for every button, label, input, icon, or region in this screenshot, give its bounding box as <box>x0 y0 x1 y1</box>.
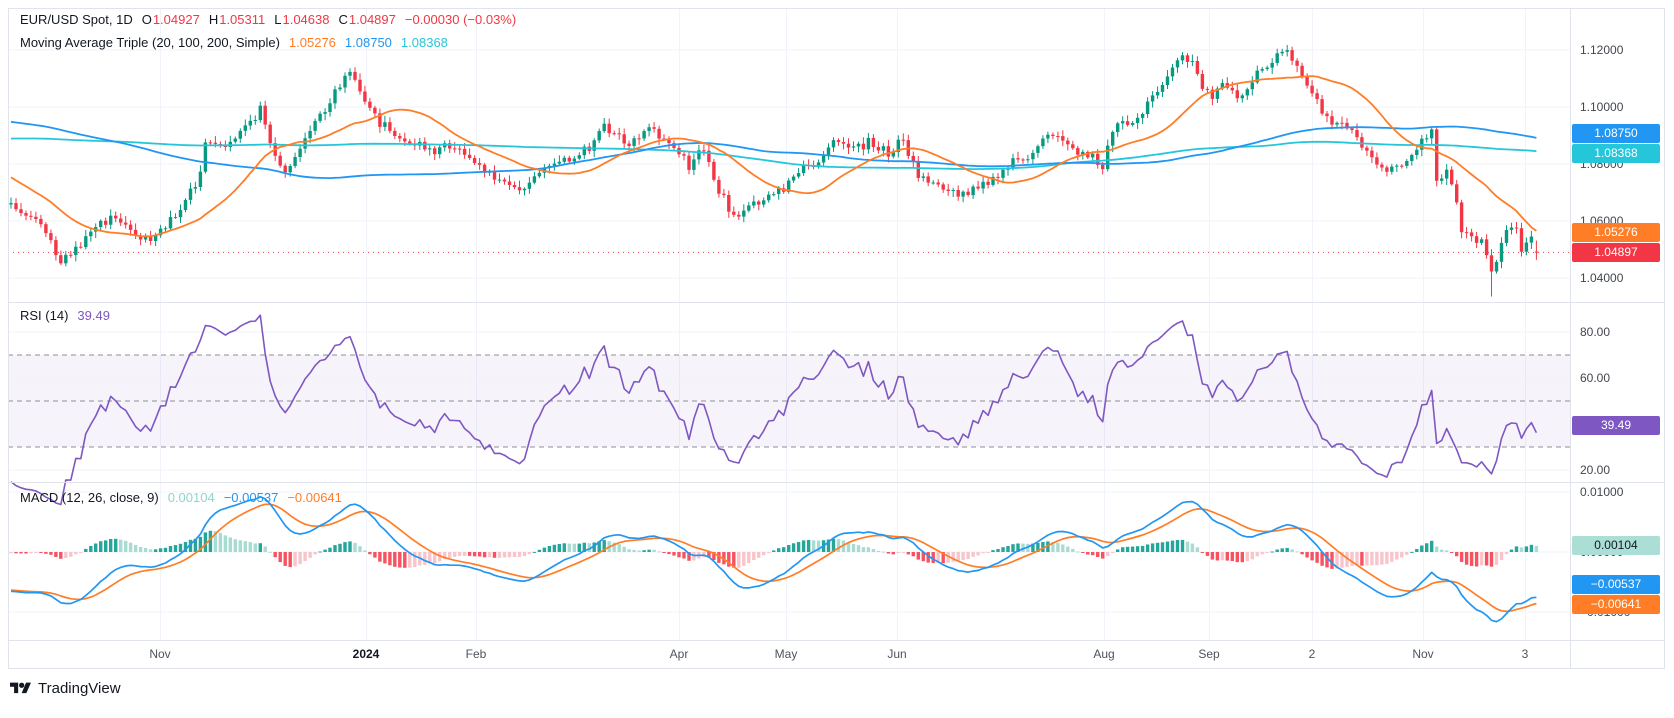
price-badge: 1.08750 <box>1572 124 1660 143</box>
tradingview-logo-icon <box>10 682 31 694</box>
price-badge: 1.04897 <box>1572 242 1660 262</box>
price-badge: 1.05276 <box>1572 222 1660 242</box>
ma-title: Moving Average Triple (20, 100, 200, Sim… <box>20 35 280 50</box>
close-value: C1.04897 <box>338 12 396 27</box>
macd-title: MACD (12, 26, close, 9) <box>20 490 159 505</box>
time-tick-label: 2 <box>1308 647 1316 661</box>
time-tick-label: 2024 <box>352 647 380 661</box>
rsi-legend: RSI (14) 39.49 <box>20 308 110 323</box>
ma20-value: 1.05276 <box>288 35 336 50</box>
macd-legend: MACD (12, 26, close, 9) 0.00104 −0.00537… <box>20 490 342 505</box>
time-tick-label: 3 <box>1521 647 1529 661</box>
time-tick-label: May <box>774 647 798 661</box>
time-tick-label: Feb <box>465 647 487 661</box>
ma100-value: 1.08750 <box>344 35 392 50</box>
time-tick-label: Nov <box>149 647 171 661</box>
macd-tick-label: 0.01000 <box>1580 485 1624 499</box>
rsi-badge: 39.49 <box>1572 415 1660 435</box>
macd-signal-value: −0.00641 <box>287 490 342 505</box>
rsi-value: 39.49 <box>77 308 110 323</box>
high-value: H1.05311 <box>208 12 266 27</box>
price-tick-label: 1.12000 <box>1580 43 1624 57</box>
rsi-tick-label: 60.00 <box>1580 371 1611 385</box>
tradingview-watermark[interactable]: TradingView <box>10 680 121 697</box>
rsi-title: RSI (14) <box>20 308 69 323</box>
watermark-text: TradingView <box>38 680 121 697</box>
macd-badge: −0.00641 <box>1572 594 1660 614</box>
ma-legend: Moving Average Triple (20, 100, 200, Sim… <box>20 35 448 50</box>
symbol-legend: EUR/USD Spot, 1D O1.04927 H1.05311 L1.04… <box>20 12 516 27</box>
macd-hist-value: 0.00104 <box>167 490 215 505</box>
time-tick-label: Jun <box>887 647 907 661</box>
rsi-tick-label: 20.00 <box>1580 463 1611 477</box>
price-badge: 1.08368 <box>1572 144 1660 163</box>
tradingview-chart[interactable]: EUR/USD Spot, 1D O1.04927 H1.05311 L1.04… <box>0 0 1674 718</box>
price-tick-label: 1.10000 <box>1580 100 1624 114</box>
time-tick-label: Apr <box>669 647 689 661</box>
price-tick-label: 1.04000 <box>1580 271 1624 285</box>
low-value: L1.04638 <box>274 12 330 27</box>
time-tick-label: Sep <box>1198 647 1220 661</box>
macd-line-value: −0.00537 <box>223 490 279 505</box>
open-value: O1.04927 <box>141 12 200 27</box>
macd-badge: −0.00537 <box>1572 574 1660 594</box>
symbol-title: EUR/USD Spot, 1D <box>20 12 133 27</box>
ma200-value: 1.08368 <box>400 35 448 50</box>
macd-badge: 0.00104 <box>1572 536 1660 556</box>
rsi-tick-label: 80.00 <box>1580 325 1611 339</box>
price-chart-svg[interactable] <box>0 0 1674 718</box>
time-tick-label: Aug <box>1093 647 1115 661</box>
change-value: −0.00030 (−0.03%) <box>404 12 517 27</box>
time-tick-label: Nov <box>1412 647 1434 661</box>
